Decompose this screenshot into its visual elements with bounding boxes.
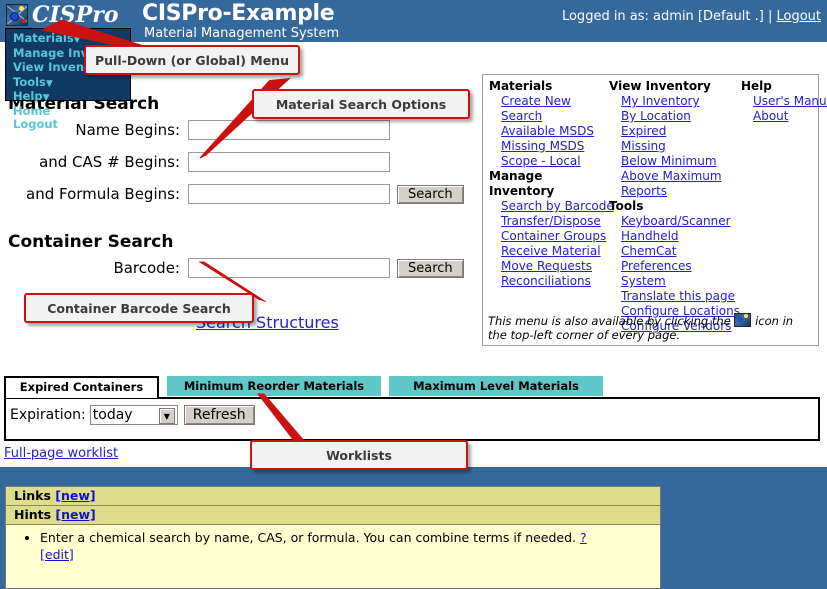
fullpage-worklist-link[interactable]: Full-page worklist — [4, 446, 118, 461]
cispro-map-icon[interactable] — [6, 4, 28, 26]
links-new-link[interactable]: [new] — [55, 488, 95, 503]
cas-begins-input[interactable] — [188, 152, 390, 172]
menu-link-below-minimum[interactable]: Below Minimum — [621, 154, 737, 169]
menu-link-reports[interactable]: Reports — [621, 184, 737, 199]
hints-new-link[interactable]: [new] — [55, 507, 95, 522]
hints-bar: Hints [new] — [6, 506, 660, 525]
pulldown-label: Help — [13, 89, 43, 104]
form-row-formula-begins: and Formula Begins: Search — [8, 184, 464, 204]
menu-column-1: Materials Create New Search Available MS… — [489, 79, 614, 289]
label-formula-begins: and Formula Begins: — [26, 185, 180, 203]
pulldown-label: Materials — [13, 31, 74, 45]
menu-link-container-groups[interactable]: Container Groups — [501, 229, 609, 244]
worklist-panel: Expiration: today ▼ Refresh — [4, 397, 820, 441]
expiration-select[interactable]: today — [89, 405, 178, 425]
login-status: Logged in as: admin [Default .] | Logout — [562, 9, 821, 24]
hint-help-link[interactable]: ? — [580, 530, 587, 545]
menu-column-2: View Inventory My Inventory By Location … — [609, 79, 740, 334]
menu-link-expired[interactable]: Expired — [621, 124, 737, 139]
menu-link-by-location[interactable]: By Location — [621, 109, 737, 124]
page-subtitle: Material Management System — [144, 26, 340, 41]
menu-head-view-inventory: View Inventory — [609, 79, 711, 93]
hint-edit-link[interactable]: [edit] — [40, 547, 74, 562]
menu-link-reconciliations[interactable]: Reconciliations — [501, 274, 609, 289]
logo-text: CISPro — [32, 2, 119, 28]
callout-pulldown-menu: Pull-Down (or Global) Menu — [84, 45, 300, 75]
pulldown-item-logout[interactable]: Logout — [6, 116, 130, 131]
menu-head-help: Help — [741, 79, 772, 93]
menu-link-users-manual[interactable]: User's Manual — [753, 94, 827, 109]
menu-link-search[interactable]: Search — [501, 109, 609, 124]
worklist-tabs: Expired Containers Minimum Reorder Mater… — [4, 376, 603, 398]
label-barcode: Barcode: — [113, 259, 180, 277]
menu-link-search-by-barcode[interactable]: Search by Barcode — [501, 199, 614, 214]
menu-link-receive-material[interactable]: Receive Material — [501, 244, 609, 259]
menu-link-available-msds[interactable]: Available MSDS — [501, 124, 609, 139]
menu-link-translate-this-page[interactable]: Translate this page — [621, 289, 737, 304]
menu-head-materials: Materials — [489, 79, 553, 93]
refresh-button[interactable]: Refresh — [183, 405, 255, 425]
label-cas-begins: and CAS # Begins: — [39, 153, 180, 171]
barcode-input[interactable] — [188, 258, 390, 278]
links-hints-panel: Links [new] Hints [new] Enter a chemical… — [5, 486, 661, 589]
chevron-down-icon: ▼ — [73, 35, 81, 45]
tab-maximum-level-materials[interactable]: Maximum Level Materials — [389, 376, 603, 396]
container-search-button[interactable]: Search — [397, 258, 464, 278]
logged-in-text: Logged in as: admin [Default .] | — [561, 9, 773, 24]
hint-item: Enter a chemical search by name, CAS, or… — [40, 529, 660, 563]
menu-link-keyboard-scanner[interactable]: Keyboard/Scanner — [621, 214, 737, 229]
pulldown-item-help[interactable]: Help▼ — [6, 90, 130, 105]
menu-head-manage-inventory: Manage Inventory — [489, 169, 555, 198]
chevron-down-icon: ▼ — [42, 93, 50, 104]
links-bar: Links [new] — [6, 487, 660, 506]
logout-link[interactable]: Logout — [776, 9, 821, 24]
expiration-filter-row: Expiration: today ▼ Refresh — [10, 405, 255, 425]
menu-link-preferences[interactable]: Preferences — [621, 259, 737, 274]
menu-link-chemcat[interactable]: ChemCat — [621, 244, 737, 259]
menu-footnote: This menu is also available by clicking … — [488, 313, 814, 342]
callout-container-barcode-search: Container Barcode Search — [24, 293, 254, 323]
menu-link-my-inventory[interactable]: My Inventory — [621, 94, 737, 109]
pulldown-label: Tools — [13, 74, 46, 89]
links-label: Links — [14, 488, 51, 503]
menu-footnote-before: This menu is also available by clicking … — [488, 314, 731, 328]
cispro-map-icon-inline — [734, 313, 752, 327]
menu-link-move-requests[interactable]: Move Requests — [501, 259, 609, 274]
menu-link-about[interactable]: About — [753, 109, 821, 124]
material-search-button[interactable]: Search — [397, 184, 464, 204]
menu-head-tools: Tools — [609, 199, 644, 213]
global-menu-panel: Materials Create New Search Available MS… — [482, 74, 827, 346]
menu-link-above-maximum[interactable]: Above Maximum — [621, 169, 737, 184]
container-search-heading: Container Search — [8, 232, 174, 252]
hint-text: Enter a chemical search by name, CAS, or… — [40, 530, 577, 545]
callout-material-search-options: Material Search Options — [252, 89, 470, 119]
hints-label: Hints — [14, 507, 52, 522]
menu-link-handheld[interactable]: Handheld — [621, 229, 737, 244]
menu-link-transfer-dispose[interactable]: Transfer/Dispose — [501, 214, 609, 229]
form-row-barcode: Barcode: Search — [8, 258, 464, 278]
expiration-label: Expiration: — [10, 407, 86, 423]
menu-link-missing[interactable]: Missing — [621, 139, 737, 154]
menu-link-missing-msds[interactable]: Missing MSDS — [501, 139, 609, 154]
menu-column-3: Help User's Manual About — [741, 79, 827, 124]
chevron-down-icon: ▼ — [45, 78, 53, 89]
tab-minimum-reorder-materials[interactable]: Minimum Reorder Materials — [167, 376, 381, 396]
menu-link-create-new[interactable]: Create New — [501, 94, 609, 109]
callout-worklists: Worklists — [250, 440, 468, 470]
tab-expired-containers[interactable]: Expired Containers — [4, 376, 159, 398]
hints-list: Enter a chemical search by name, CAS, or… — [6, 529, 660, 563]
form-row-cas-begins: and CAS # Begins: — [8, 152, 390, 172]
formula-begins-input[interactable] — [188, 184, 390, 204]
name-begins-input[interactable] — [188, 120, 390, 140]
pulldown-label: Logout — [13, 116, 59, 131]
cispro-logo[interactable]: CISPro — [6, 2, 119, 28]
pulldown-item-tools[interactable]: Tools▼ — [6, 74, 130, 91]
menu-link-system[interactable]: System — [621, 274, 737, 289]
menu-link-scope-local[interactable]: Scope - Local — [501, 154, 609, 169]
page-title: CISPro-Example — [142, 1, 335, 26]
